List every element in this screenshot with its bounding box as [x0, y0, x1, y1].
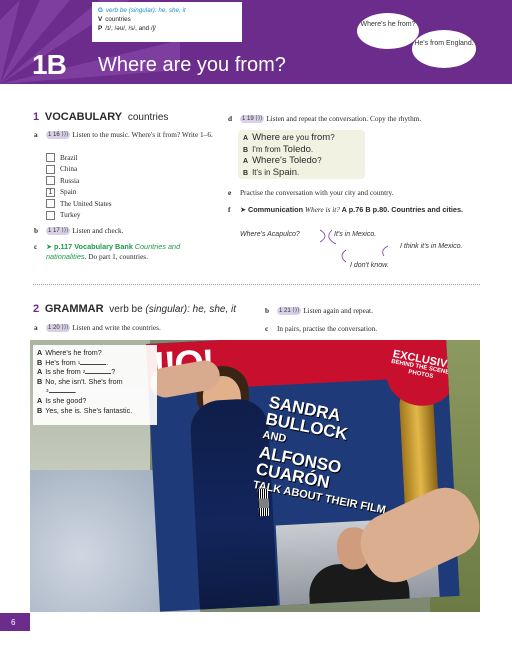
exercise-letter: a: [34, 130, 38, 139]
grammar-heading: 2 GRAMMAR verb be (singular): he, she, i…: [33, 303, 236, 315]
section-title: VOCABULARY: [44, 111, 123, 123]
answer-box[interactable]: [46, 210, 55, 220]
exercise-1e: e Practise the conversation with your ci…: [228, 188, 485, 198]
list-item: Turkey: [46, 210, 196, 222]
vocab-objective: countries: [105, 16, 131, 23]
example-question: Where's Acapulco?: [240, 231, 300, 238]
answer-box[interactable]: [46, 164, 55, 174]
audio-wave-icon: ))): [61, 324, 69, 332]
exercise-letter: f: [228, 205, 231, 214]
country-list: Brazil China Russia 1 Spain The United St…: [46, 152, 196, 221]
answer-gap[interactable]: [85, 367, 112, 375]
dialogue-line: A Is she from 2?: [37, 367, 116, 377]
exercise-letter: d: [228, 114, 233, 123]
dialogue-box: A Where are you from? B I'm from Toledo. A…: [238, 130, 365, 179]
exercise-1c: c ➤ p.117 Vocabulary Bank Countries and …: [34, 242, 216, 261]
section-number: 1: [33, 111, 40, 123]
list-item: Brazil: [46, 152, 196, 164]
speech-bubble-question: Where's he from?: [357, 13, 419, 49]
exercise-1f: f ➤ Communication Where is it? A p.76 B …: [228, 205, 465, 215]
exercise-instruction: Listen and repeat the conversation. Copy…: [266, 114, 422, 123]
exercise-instruction: Listen again and repeat.: [303, 306, 373, 315]
dialogue-line: A Where's Toledo?: [243, 155, 322, 167]
page-number: 6: [0, 613, 30, 631]
section-title: GRAMMAR: [44, 303, 104, 315]
dialogue-line: B Yes, she is. She's fantastic.: [37, 405, 133, 415]
audio-track-badge[interactable]: 1 20 ))): [46, 324, 71, 333]
exercise-letter: b: [265, 306, 270, 315]
section-subtitle-verb: verb be: [109, 304, 143, 315]
answer-box[interactable]: [46, 176, 55, 186]
exercise-letter: b: [34, 226, 39, 235]
page-references: A p.76 B p.80. Countries and cities.: [339, 205, 464, 214]
exercise-letter: e: [228, 188, 232, 197]
list-item: The United States: [46, 198, 196, 210]
answer-box[interactable]: [46, 199, 55, 209]
exercise-letter: a: [34, 323, 38, 332]
lesson-number: 1B: [32, 49, 67, 80]
audio-track-badge[interactable]: 1 17 ))): [46, 227, 71, 236]
audio-track-badge[interactable]: 1 16 ))): [46, 131, 71, 140]
audio-wave-icon: ))): [61, 227, 69, 235]
answer-gap[interactable]: [48, 386, 75, 394]
pron-label: P: [98, 25, 103, 32]
objectives-box: Gverb be (singular): he, she, it Vcountr…: [92, 2, 242, 42]
dialogue-line: A Is she good?: [37, 395, 87, 405]
exercise-letter: c: [265, 324, 269, 333]
section-subtitle-rest: (singular): he, she, it: [142, 304, 237, 315]
grammar-objective: verb be (singular): he, she, it: [105, 7, 186, 14]
dialogue-line: B He's from 1.: [37, 357, 109, 367]
exercise-instruction: Listen to the music. Where's it from? Wr…: [72, 130, 213, 139]
audio-wave-icon: ))): [255, 115, 263, 123]
exercise-instruction: Listen and write the countries.: [72, 323, 161, 332]
exercise-instruction: . Do part 1, countries.: [84, 251, 148, 261]
gap-fill-dialogue: A Where's he from? B He's from 1. A Is she …: [33, 345, 157, 425]
dialogue-line: A Where's he from?: [37, 348, 102, 357]
communication-topic: Where is it?: [304, 205, 340, 214]
exercise-2a: a 1 20 ))) Listen and write the countrie…: [34, 323, 246, 333]
audio-wave-icon: ))): [292, 307, 300, 315]
dialogue-line: B No, she isn't. She's from: [37, 376, 123, 386]
list-item: China: [46, 164, 196, 176]
barcode: [257, 487, 270, 517]
audio-track-badge[interactable]: 1 19 ))): [240, 115, 265, 124]
arrow-icon: ➤: [46, 242, 53, 251]
vocabulary-bank-link[interactable]: p.117 Vocabulary Bank: [54, 242, 133, 251]
exercise-letter: c: [34, 242, 38, 251]
audio-wave-icon: ))): [61, 131, 69, 139]
vocab-label: V: [98, 16, 103, 23]
section-subtitle: countries: [127, 112, 169, 123]
speech-connector-lines: [319, 229, 389, 263]
answer-box[interactable]: 1: [46, 187, 55, 197]
exercise-1d: d 1 19 ))) Listen and repeat the convers…: [228, 114, 485, 124]
exercise-instruction: Practise the conversation with your city…: [240, 188, 394, 197]
vocabulary-heading: 1 VOCABULARY countries: [33, 111, 168, 123]
arrow-icon: ➤: [240, 205, 247, 214]
section-number: 2: [33, 303, 40, 315]
answer-gap[interactable]: [80, 358, 107, 365]
answer-box[interactable]: [46, 153, 55, 163]
exercise-1b: b 1 17 ))) Listen and check.: [34, 226, 216, 236]
dialogue-line: B It's in Spain.: [243, 166, 300, 178]
audio-track-badge[interactable]: 1 21 ))): [277, 307, 302, 316]
dialogue-line-cont: 3.: [46, 386, 77, 396]
communication-link[interactable]: Communication: [248, 205, 303, 214]
lesson-title: Where are you from?: [98, 54, 286, 76]
exercise-instruction: In pairs, practise the conversation.: [277, 324, 378, 333]
exercise-instruction: Listen and check.: [72, 226, 124, 235]
list-item: 1 Spain: [46, 187, 196, 199]
speech-bubble-answer: He's from England.: [412, 30, 476, 68]
exercise-2c: c In pairs, practise the conversation.: [265, 324, 477, 334]
exercise-2b: b 1 21 ))) Listen again and repeat.: [265, 306, 477, 316]
grammar-label: G: [98, 7, 103, 14]
exercise-1a: a 1 16 ))) Listen to the music. Where's …: [34, 130, 216, 140]
list-item: Russia: [46, 175, 196, 187]
pron-objective: /ɪ/, /əʊ/, /s/, and /ʃ/: [105, 25, 156, 32]
section-divider: [33, 284, 480, 285]
